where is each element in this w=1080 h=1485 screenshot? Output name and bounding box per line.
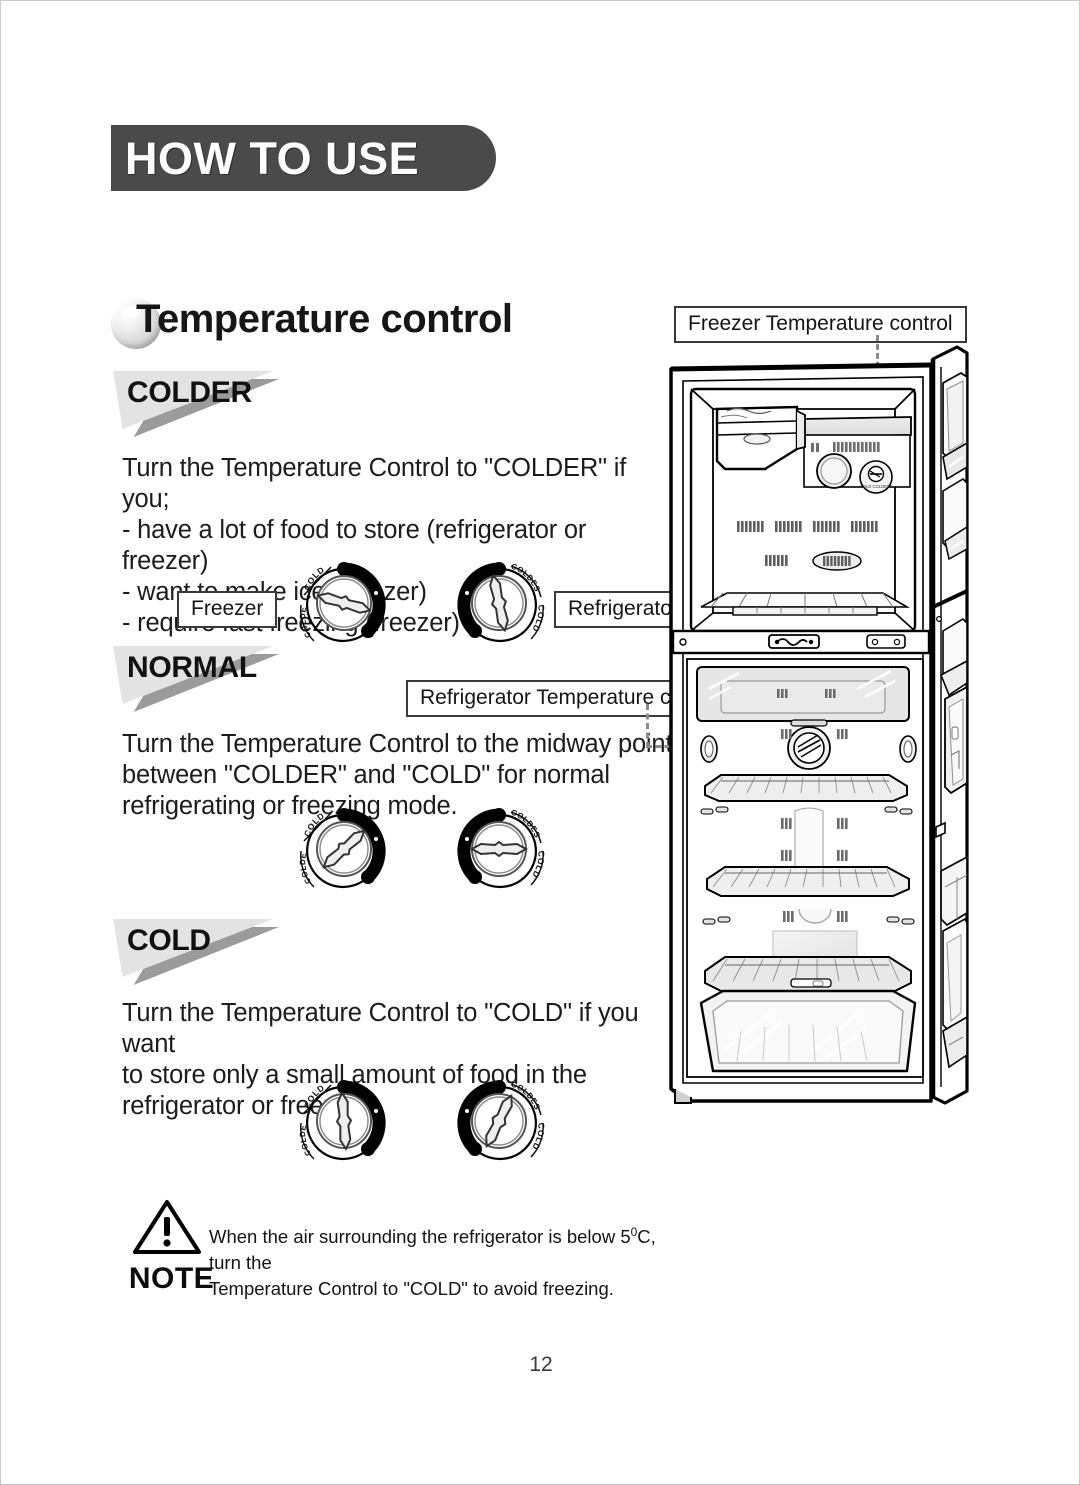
dial-freezer-normal[interactable]: COLD COLDEST bbox=[284, 799, 404, 909]
refrigerator-callout-line-vertical bbox=[646, 704, 649, 748]
dial-refrigerator-cold[interactable]: COLDEST COLD bbox=[439, 1071, 559, 1181]
dial-freezer-cold[interactable]: COLD COLDEST bbox=[284, 1071, 404, 1181]
how-to-use-banner: HOW TO USE bbox=[111, 125, 496, 191]
tag-cold: COLD bbox=[113, 919, 283, 985]
tag-normal: NORMAL bbox=[113, 646, 283, 712]
dial-refrigerator-colder[interactable]: COLDEST COLD bbox=[439, 553, 559, 663]
dial-refrigerator-normal[interactable]: COLDEST COLD bbox=[439, 799, 559, 909]
tag-cold-label: COLD bbox=[127, 924, 211, 957]
note-line2: Temperature Control to "COLD" to avoid f… bbox=[209, 1278, 614, 1300]
tag-normal-label: NORMAL bbox=[127, 651, 257, 684]
svg-text:COLD COLDEST: COLD COLDEST bbox=[860, 484, 893, 489]
page-title: Temperature control bbox=[136, 297, 513, 341]
banner-title: HOW TO USE bbox=[125, 132, 420, 184]
tag-colder: COLDER bbox=[113, 371, 283, 437]
cold-body-text: Turn the Temperature Control to "COLD" i… bbox=[122, 999, 639, 1120]
freezer-label-box: Freezer bbox=[177, 591, 278, 629]
dial-freezer-colder[interactable]: COLD COLDEST bbox=[284, 553, 404, 663]
manual-page: HOW TO USE Temperature control COLDER Tu… bbox=[0, 0, 1080, 1485]
note-heading: NOTE bbox=[128, 1262, 215, 1295]
note-block: NOTE bbox=[124, 1199, 219, 1296]
warning-triangle-icon bbox=[133, 1200, 201, 1254]
note-text: When the air surrounding the refrigerato… bbox=[209, 1219, 679, 1302]
page-number: 12 bbox=[529, 1353, 553, 1376]
refrigerator-illustration: COLD COLDEST bbox=[661, 331, 1006, 1121]
note-line1-a: When the air surrounding the refrigerato… bbox=[209, 1226, 631, 1248]
tag-colder-label: COLDER bbox=[127, 376, 252, 409]
